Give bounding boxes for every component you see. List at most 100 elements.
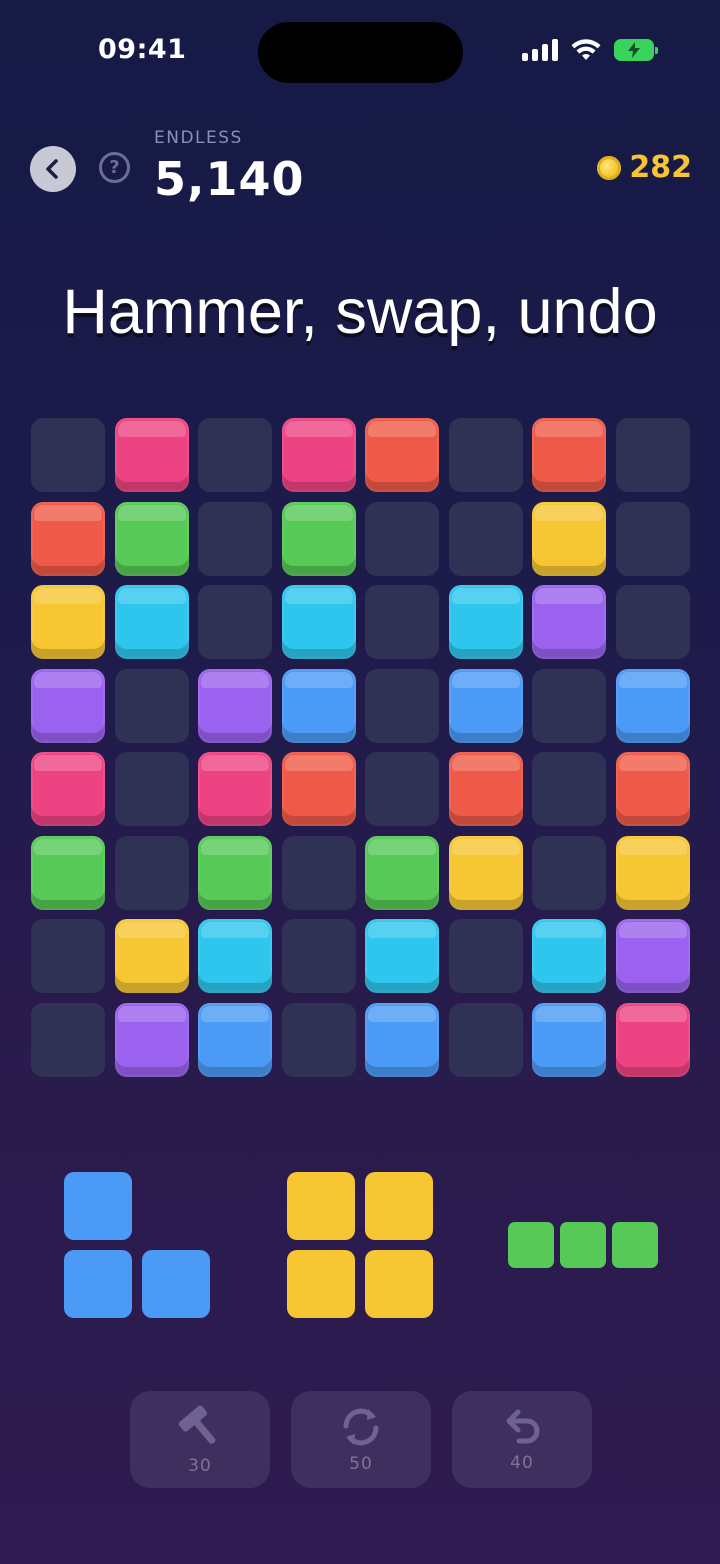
empty-cell[interactable] — [532, 668, 606, 743]
cyan-block[interactable] — [532, 919, 606, 993]
blue-block[interactable] — [281, 668, 356, 743]
score: 5,140 — [154, 152, 305, 206]
dynamic-island — [258, 22, 463, 83]
empty-cell[interactable] — [198, 501, 272, 576]
battery-charging-icon — [614, 39, 658, 61]
green-block[interactable] — [281, 501, 356, 576]
empty-cell[interactable] — [281, 1002, 356, 1077]
chevron-left-icon — [46, 159, 58, 179]
empty-cell[interactable] — [365, 668, 439, 743]
purple-block[interactable] — [198, 668, 272, 743]
pink-block[interactable] — [615, 1002, 690, 1077]
blue-block[interactable] — [448, 668, 523, 743]
question-icon: ? — [109, 157, 120, 178]
empty-cell[interactable] — [114, 752, 189, 826]
red-block[interactable] — [281, 752, 356, 826]
hammer-icon — [178, 1405, 216, 1444]
purple-block[interactable] — [114, 1002, 189, 1077]
swap-icon — [343, 1408, 379, 1445]
empty-cell[interactable] — [365, 752, 439, 826]
coin-balance: 282 — [597, 150, 692, 185]
empty-cell[interactable] — [532, 752, 606, 826]
red-block[interactable] — [365, 418, 439, 492]
swap-cost: 50 — [349, 1453, 373, 1474]
cyan-block[interactable] — [281, 585, 356, 659]
status-icons — [522, 38, 658, 62]
swap-button[interactable]: 50 — [291, 1391, 431, 1488]
blue-block[interactable] — [365, 1002, 439, 1077]
yellow-block[interactable] — [615, 835, 690, 910]
empty-cell[interactable] — [615, 501, 690, 576]
green-block[interactable] — [365, 835, 439, 910]
empty-cell[interactable] — [114, 835, 189, 910]
piece-block — [365, 1250, 433, 1318]
pink-block[interactable] — [198, 752, 272, 826]
pink-block[interactable] — [114, 418, 189, 492]
piece-block — [365, 1172, 433, 1240]
game-board[interactable] — [31, 418, 690, 1077]
piece-block — [508, 1222, 554, 1268]
piece-block — [64, 1250, 132, 1318]
empty-cell[interactable] — [365, 585, 439, 659]
empty-cell[interactable] — [365, 501, 439, 576]
pink-block[interactable] — [281, 418, 356, 492]
red-block[interactable] — [615, 752, 690, 826]
red-block[interactable] — [448, 752, 523, 826]
red-block[interactable] — [31, 501, 105, 576]
empty-cell[interactable] — [615, 585, 690, 659]
piece-block — [287, 1172, 355, 1240]
status-time: 09:41 — [98, 34, 187, 65]
cyan-block[interactable] — [198, 919, 272, 993]
cyan-block[interactable] — [448, 585, 523, 659]
empty-cell[interactable] — [281, 919, 356, 993]
yellow-block[interactable] — [448, 835, 523, 910]
hammer-button[interactable]: 30 — [130, 1391, 270, 1488]
hammer-cost: 30 — [188, 1455, 212, 1476]
back-button[interactable] — [30, 146, 76, 192]
empty-cell[interactable] — [281, 835, 356, 910]
piece-block — [612, 1222, 658, 1268]
piece-block — [560, 1222, 606, 1268]
empty-cell[interactable] — [198, 418, 272, 492]
yellow-block[interactable] — [532, 501, 606, 576]
green-block[interactable] — [114, 501, 189, 576]
help-button[interactable]: ? — [99, 152, 130, 183]
pink-block[interactable] — [31, 752, 105, 826]
empty-cell[interactable] — [31, 1002, 105, 1077]
empty-cell[interactable] — [114, 668, 189, 743]
coin-count: 282 — [629, 150, 692, 185]
purple-block[interactable] — [31, 668, 105, 743]
mode-label: ENDLESS — [154, 128, 243, 148]
piece-block — [64, 1172, 132, 1240]
cyan-block[interactable] — [114, 585, 189, 659]
red-block[interactable] — [532, 418, 606, 492]
blue-block[interactable] — [532, 1002, 606, 1077]
headline: Hammer, swap, undo — [62, 277, 658, 347]
blue-block[interactable] — [198, 1002, 272, 1077]
empty-cell[interactable] — [448, 418, 523, 492]
yellow-block[interactable] — [31, 585, 105, 659]
piece-block — [142, 1250, 210, 1318]
piece-block — [287, 1250, 355, 1318]
purple-block[interactable] — [532, 585, 606, 659]
empty-cell[interactable] — [532, 835, 606, 910]
purple-block[interactable] — [615, 919, 690, 993]
cellular-signal-icon — [522, 39, 558, 61]
empty-cell[interactable] — [448, 919, 523, 993]
green-block[interactable] — [31, 835, 105, 910]
empty-cell[interactable] — [31, 919, 105, 993]
powerup-bar: 30 50 40 — [130, 1391, 592, 1488]
yellow-block[interactable] — [114, 919, 189, 993]
empty-cell[interactable] — [198, 585, 272, 659]
cyan-block[interactable] — [365, 919, 439, 993]
undo-cost: 40 — [510, 1452, 534, 1473]
undo-button[interactable]: 40 — [452, 1391, 592, 1488]
empty-cell[interactable] — [31, 418, 105, 492]
empty-cell[interactable] — [615, 418, 690, 492]
green-block[interactable] — [198, 835, 272, 910]
coin-icon — [597, 155, 622, 180]
status-bar: 09:41 — [0, 0, 720, 100]
empty-cell[interactable] — [448, 1002, 523, 1077]
empty-cell[interactable] — [448, 501, 523, 576]
blue-block[interactable] — [615, 668, 690, 743]
